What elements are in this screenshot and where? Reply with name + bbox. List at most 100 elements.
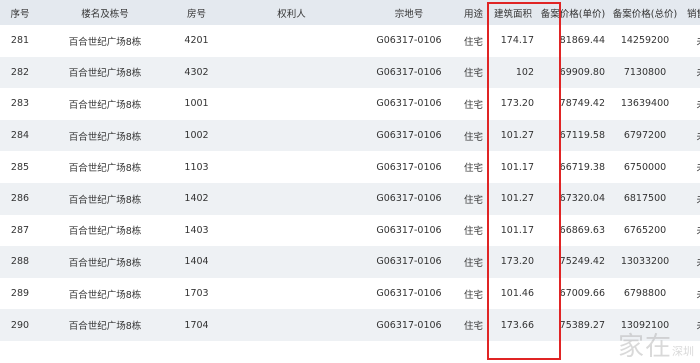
col-header-usage: 用途 [458, 0, 489, 25]
cell-owner [223, 182, 360, 215]
cell-building: 百合世纪广场8栋 [40, 88, 170, 120]
cell-area: 101.17 [489, 151, 537, 183]
table-header-row: 序号 楼名及栋号 房号 权利人 宗地号 用途 建筑面积 备案价格(单价) 备案价… [0, 0, 700, 25]
col-header-room: 房号 [170, 0, 223, 25]
cell-building: 百合世纪广场8栋 [40, 277, 170, 310]
cell-unit-price: 69909.80 [537, 56, 609, 89]
cell-building: 百合世纪广场8栋 [40, 56, 170, 89]
cell-total-price: 7130800 [609, 56, 681, 89]
col-header-owner: 权利人 [223, 0, 360, 25]
cell-usage: 住宅 [458, 56, 489, 89]
cell-area: 101.17 [489, 214, 537, 247]
cell-status: 未售 [681, 151, 700, 183]
cell-serial: 286 [0, 182, 40, 215]
cell-serial: 290 [0, 309, 40, 341]
cell-area: 101.27 [489, 182, 537, 215]
cell-status: 未售 [681, 88, 700, 120]
cell-unit-price: 75249.42 [537, 246, 609, 278]
cell-usage: 住宅 [458, 119, 489, 152]
cell-unit-price: 67119.58 [537, 119, 609, 152]
cell-serial: 288 [0, 246, 40, 278]
table-row: 287 百合世纪广场8栋 1403 G06317-0106 住宅 101.17 66869.… [0, 214, 700, 247]
cell-owner [223, 119, 360, 152]
cell-room: 1402 [170, 182, 223, 215]
cell-parcel: G06317-0106 [360, 246, 458, 278]
col-header-area: 建筑面积 [489, 0, 537, 25]
cell-status: 未售 [681, 56, 700, 89]
cell-serial: 289 [0, 277, 40, 310]
presale-price-table: 序号 楼名及栋号 房号 权利人 宗地号 用途 建筑面积 备案价格(单价) 备案价… [0, 0, 700, 341]
cell-status: 未售 [681, 182, 700, 215]
cell-total-price: 6798800 [609, 277, 681, 310]
cell-area: 174.17 [489, 25, 537, 57]
cell-building: 百合世纪广场8栋 [40, 25, 170, 57]
cell-serial: 284 [0, 119, 40, 152]
cell-status: 未售 [681, 214, 700, 247]
cell-unit-price: 81869.44 [537, 25, 609, 57]
cell-usage: 住宅 [458, 309, 489, 341]
cell-total-price: 13639400 [609, 88, 681, 120]
cell-building: 百合世纪广场8栋 [40, 182, 170, 215]
cell-owner [223, 214, 360, 247]
cell-room: 1002 [170, 119, 223, 152]
cell-unit-price: 67009.66 [537, 277, 609, 310]
cell-building: 百合世纪广场8栋 [40, 214, 170, 247]
cell-serial: 285 [0, 151, 40, 183]
cell-status: 未售 [681, 25, 700, 57]
cell-usage: 住宅 [458, 246, 489, 278]
cell-serial: 287 [0, 214, 40, 247]
cell-total-price: 13033200 [609, 246, 681, 278]
cell-unit-price: 75389.27 [537, 309, 609, 341]
cell-total-price: 6765200 [609, 214, 681, 247]
cell-usage: 住宅 [458, 182, 489, 215]
col-header-serial: 序号 [0, 0, 40, 25]
watermark-sub: 深圳 [672, 345, 694, 358]
table-row: 281 百合世纪广场8栋 4201 G06317-0106 住宅 174.17 81869.… [0, 25, 700, 57]
cell-owner [223, 151, 360, 183]
table-row: 288 百合世纪广场8栋 1404 G06317-0106 住宅 173.20 75249.… [0, 246, 700, 278]
table-body: 281 百合世纪广场8栋 4201 G06317-0106 住宅 174.17 81869.… [0, 25, 700, 341]
cell-usage: 住宅 [458, 25, 489, 57]
cell-unit-price: 66869.63 [537, 214, 609, 247]
cell-area: 173.20 [489, 246, 537, 278]
cell-total-price: 6750000 [609, 151, 681, 183]
cell-total-price: 6797200 [609, 119, 681, 152]
cell-area: 173.20 [489, 88, 537, 120]
cell-serial: 281 [0, 25, 40, 57]
cell-total-price: 14259200 [609, 25, 681, 57]
table-row: 284 百合世纪广场8栋 1002 G06317-0106 住宅 101.27 67119.… [0, 119, 700, 152]
table-row: 286 百合世纪广场8栋 1402 G06317-0106 住宅 101.27 67320.… [0, 182, 700, 215]
table-row: 289 百合世纪广场8栋 1703 G06317-0106 住宅 101.46 67009.… [0, 277, 700, 310]
col-header-unit-price: 备案价格(单价) [537, 0, 609, 25]
cell-area: 101.27 [489, 119, 537, 152]
cell-building: 百合世纪广场8栋 [40, 119, 170, 152]
table-row: 283 百合世纪广场8栋 1001 G06317-0106 住宅 173.20 78749.… [0, 88, 700, 120]
cell-owner [223, 56, 360, 89]
table-row: 290 百合世纪广场8栋 1704 G06317-0106 住宅 173.66 75389.… [0, 309, 700, 341]
col-header-total-price: 备案价格(总价) [609, 0, 681, 25]
cell-room: 1001 [170, 88, 223, 120]
cell-unit-price: 78749.42 [537, 88, 609, 120]
cell-building: 百合世纪广场8栋 [40, 309, 170, 341]
cell-room: 1404 [170, 246, 223, 278]
cell-area: 101.46 [489, 277, 537, 310]
cell-building: 百合世纪广场8栋 [40, 246, 170, 278]
cell-owner [223, 25, 360, 57]
cell-room: 1103 [170, 151, 223, 183]
cell-room: 1403 [170, 214, 223, 247]
cell-serial: 282 [0, 56, 40, 89]
cell-status: 未售 [681, 246, 700, 278]
cell-serial: 283 [0, 88, 40, 120]
table-row: 285 百合世纪广场8栋 1103 G06317-0106 住宅 101.17 66719.… [0, 151, 700, 183]
col-header-building: 楼名及栋号 [40, 0, 170, 25]
cell-room: 4302 [170, 56, 223, 89]
cell-room: 1704 [170, 309, 223, 341]
cell-parcel: G06317-0106 [360, 309, 458, 341]
cell-area: 102 [489, 56, 537, 89]
cell-parcel: G06317-0106 [360, 182, 458, 215]
cell-usage: 住宅 [458, 151, 489, 183]
cell-parcel: G06317-0106 [360, 56, 458, 89]
cell-usage: 住宅 [458, 214, 489, 247]
cell-room: 1703 [170, 277, 223, 310]
cell-parcel: G06317-0106 [360, 25, 458, 57]
